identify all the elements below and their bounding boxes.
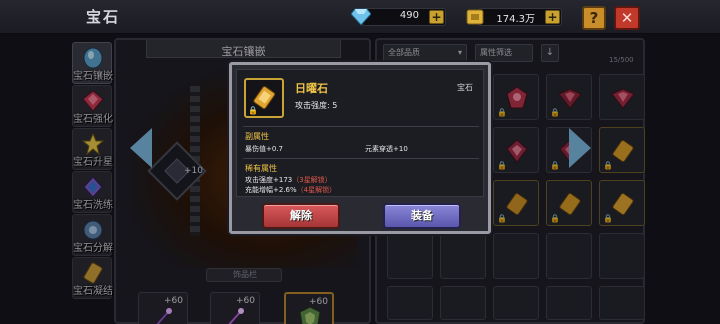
gold-counter: 174.3万 + [466,8,562,26]
top-bar: 宝石 490 + 174.3万 + ? ✕ [0,0,720,34]
secondary-attribute: 元素穿透+10 [365,145,408,153]
diamond-amount: 490 [399,10,419,21]
help-button[interactable]: ? [582,6,606,30]
unlock-requirement: （4星解锁） [296,186,337,194]
secondary-attributes-title: 副属性 [245,132,269,141]
lock-icon: 🔒 [248,106,258,115]
unequip-button-label: 解除 [290,209,312,222]
gem-name: 日曜石 [295,82,328,95]
close-icon: ✕ [620,9,634,27]
diamond-counter: 490 + [351,8,446,26]
gold-amount: 174.3万 [496,14,535,25]
help-icon: ? [589,9,599,27]
gem-main-stat: 攻击强度: 5 [295,101,338,110]
add-diamond-button[interactable]: + [429,10,444,24]
gem-detail-popup: 🔒 日曜石 宝石 攻击强度: 5 副属性 暴伤值+0.7 元素穿透+10 稀有属… [229,62,491,234]
unlock-requirement: （3星解锁） [292,176,332,184]
page-title: 宝石 [86,8,121,26]
rare-attributes-title: 稀有属性 [245,164,277,173]
gem-type: 宝石 [457,83,473,92]
gem-icon-frame: 🔒 [244,78,284,118]
rare-attribute: 充能增幅+2.6%（4星解锁） [245,185,336,195]
rare-attribute-value: 攻击强度+173 [245,176,293,184]
add-gold-button[interactable]: + [545,10,560,24]
rare-attribute: 攻击强度+173（3星解锁） [245,175,332,185]
unequip-button[interactable]: 解除 [262,203,340,229]
divider [243,126,479,127]
equip-button-label: 装备 [411,209,433,222]
divider [243,158,479,159]
rare-attribute-value: 充能增幅+2.6% [245,186,297,194]
gold-coin-icon [466,9,484,25]
equip-button[interactable]: 装备 [383,203,461,229]
gem-detail-body: 🔒 日曜石 宝石 攻击强度: 5 副属性 暴伤值+0.7 元素穿透+10 稀有属… [236,69,484,197]
secondary-attribute: 暴伤值+0.7 [245,145,283,153]
diamond-icon [351,8,371,26]
close-button[interactable]: ✕ [614,6,640,30]
